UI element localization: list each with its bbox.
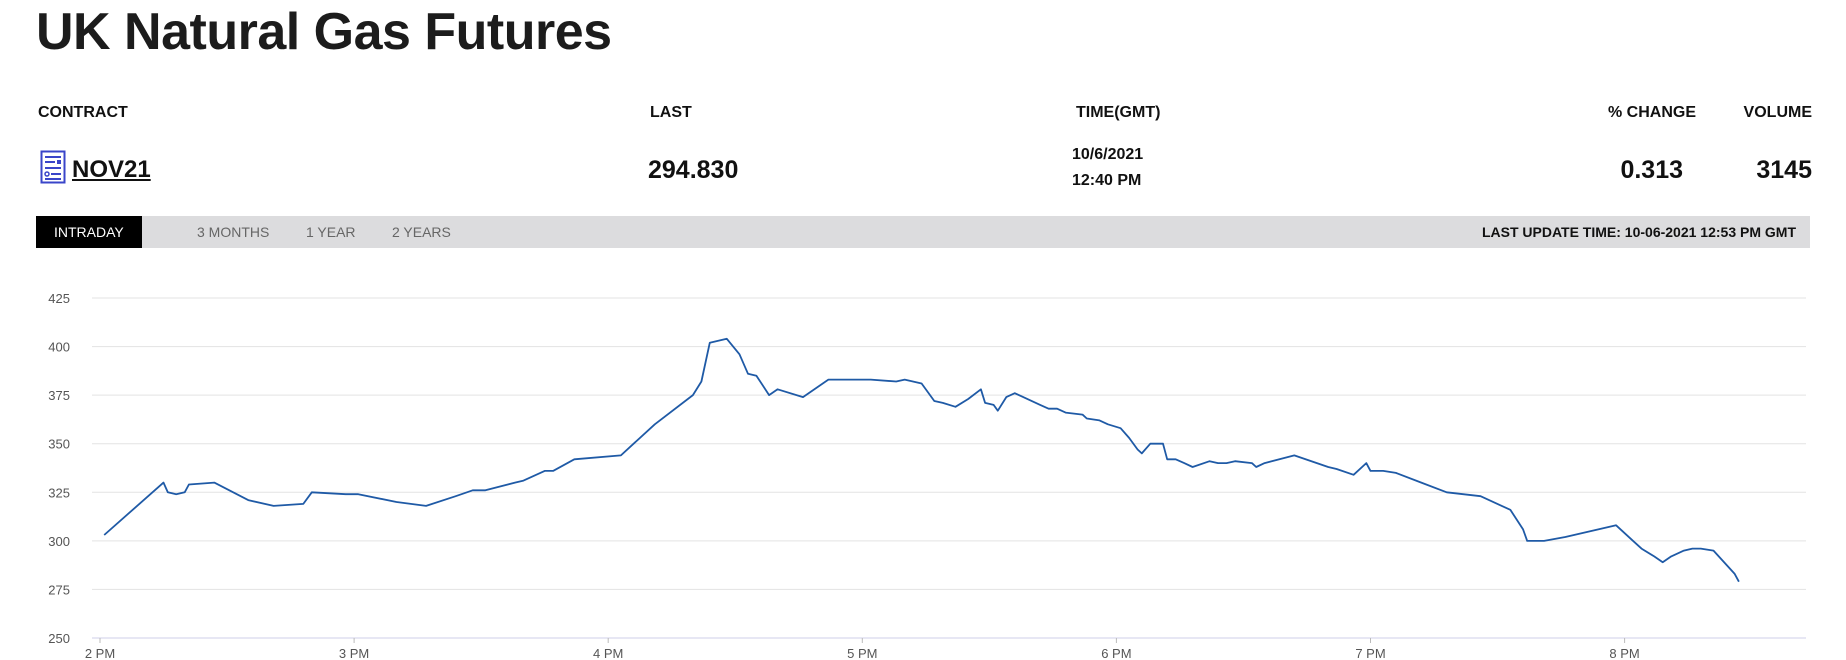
x-tick-label: 2 PM: [85, 646, 115, 660]
x-tick-label: 5 PM: [847, 646, 877, 660]
y-tick-label: 375: [48, 388, 70, 403]
y-tick-label: 400: [48, 340, 70, 355]
header-last: LAST: [650, 104, 692, 121]
y-tick-label: 250: [48, 631, 70, 646]
last-price: 294.830: [648, 156, 739, 184]
x-tick-label: 3 PM: [339, 646, 369, 660]
y-tick-label: 325: [48, 485, 70, 500]
header-change: % CHANGE: [1607, 104, 1696, 121]
range-tab-bar: INTRADAY 3 MONTHS 1 YEAR 2 YEARS LAST UP…: [36, 216, 1810, 248]
y-tick-label: 275: [48, 582, 70, 597]
tab-1-year[interactable]: 1 YEAR: [288, 216, 374, 248]
contract-sheet-icon[interactable]: [40, 150, 66, 184]
price-series-line: [103, 337, 1740, 583]
price-line-chart: 250 275 300 325 350 375 400 425 2 PM 3 PM 4 PM 5 PM…: [48, 291, 1806, 660]
x-tick-label: 4 PM: [593, 646, 623, 660]
tab-2-years[interactable]: 2 YEARS: [374, 216, 469, 248]
x-tick-label: 8 PM: [1609, 646, 1639, 660]
percent-change: 0.313: [1620, 156, 1683, 184]
volume-value: 3145: [1756, 156, 1812, 184]
header-time: TIME(GMT): [1076, 104, 1161, 121]
page-title: UK Natural Gas Futures: [36, 3, 612, 61]
trade-date: 10/6/2021: [1072, 146, 1144, 163]
contract-link[interactable]: NOV21: [72, 156, 151, 184]
trade-time: 12:40 PM: [1072, 172, 1142, 189]
contract-cell: NOV21: [40, 150, 151, 184]
last-update-time: LAST UPDATE TIME: 10-06-2021 12:53 PM GM…: [1481, 224, 1796, 240]
header-contract: CONTRACT: [38, 104, 128, 121]
y-tick-label: 300: [48, 534, 70, 549]
x-tick-label: 7 PM: [1355, 646, 1385, 660]
y-tick-label: 350: [48, 437, 70, 452]
tab-3-months[interactable]: 3 MONTHS: [179, 216, 287, 248]
header-volume: VOLUME: [1743, 104, 1812, 121]
y-tick-label: 425: [48, 291, 70, 306]
tab-intraday[interactable]: INTRADAY: [36, 216, 142, 248]
x-tick-label: 6 PM: [1101, 646, 1131, 660]
